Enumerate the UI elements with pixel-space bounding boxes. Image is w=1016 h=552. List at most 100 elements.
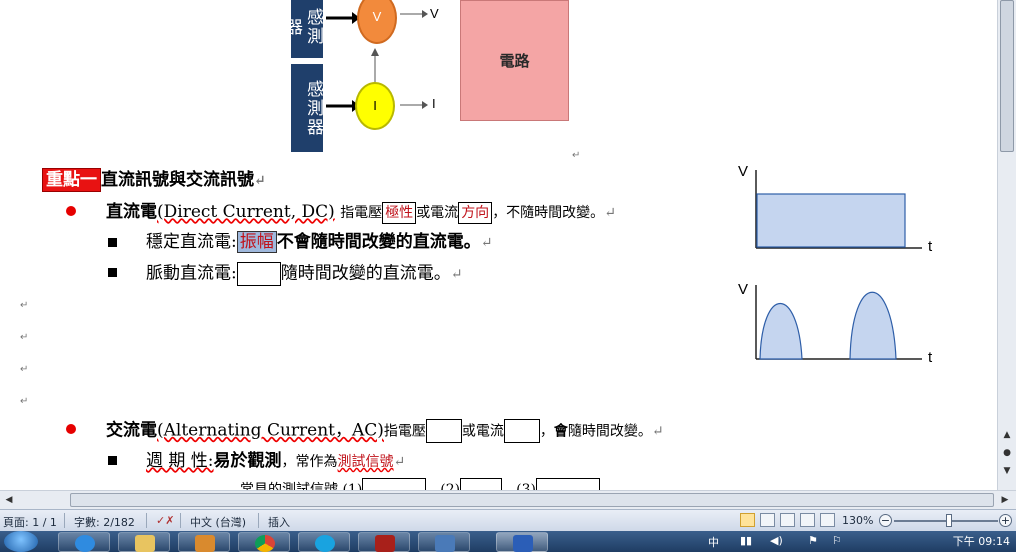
sensor-label: 感測器 (282, 8, 323, 46)
paragraph-mark: ↵ (20, 300, 29, 311)
outline-view-icon[interactable] (800, 513, 815, 527)
zoom-out-button[interactable]: − (879, 514, 892, 527)
word-count[interactable]: 字數: 2/182 (74, 514, 135, 530)
ac-item-test-signals[interactable]: 常見的測試信號 (1) 、(2) 、(3) (240, 478, 600, 490)
zoom-in-button[interactable]: + (999, 514, 1012, 527)
scroll-left-icon[interactable]: ◀ (2, 493, 16, 507)
selected-text-amplitude[interactable]: 振幅 (236, 231, 277, 253)
scroll-right-icon[interactable]: ▶ (998, 493, 1012, 507)
previous-page-icon[interactable]: ● (1000, 446, 1014, 460)
network-icon[interactable]: ▮▮ (740, 534, 752, 547)
section-heading[interactable]: 重點一 直流訊號與交流訊號↵ (42, 168, 266, 192)
dc-item-pulsating-text: 隨時間改變的直流電。 (280, 263, 451, 284)
voltage-meter-label: V (372, 9, 382, 24)
chrome-icon (255, 535, 275, 552)
dc-text-pre: 指電壓 (340, 205, 383, 221)
flag-icon[interactable]: ⚐ (832, 534, 842, 547)
zoom-out-icon: − (880, 514, 891, 527)
flash-icon (375, 535, 395, 552)
current-output-label: I (432, 96, 436, 111)
taskbar-skype[interactable] (298, 532, 350, 552)
ac-text-pre: 指電壓 (383, 423, 426, 440)
word-icon (513, 535, 533, 552)
taskbar-app[interactable] (418, 532, 470, 552)
bullet-square (108, 456, 117, 465)
ac-test-signals-sep2: 、(3) (502, 482, 536, 490)
vertical-scroll-thumb[interactable] (1000, 0, 1014, 152)
circuit-label: 電路 (499, 52, 530, 70)
bullet-dot (66, 424, 76, 434)
dc-item-steady-text: 不會隨時間改變的直流電。 (276, 232, 481, 252)
full-screen-reading-icon[interactable] (760, 513, 775, 527)
blank-box (503, 419, 540, 443)
ac-test-signals-sep1: 、(2) (426, 482, 461, 490)
ac-comma: ， (539, 423, 554, 440)
taskbar-ie[interactable] (58, 532, 110, 552)
dc-item-pulsating[interactable]: 脈動直流電: 隨時間改變的直流電。↵ (146, 262, 462, 286)
taskbar: 中 ▮▮ ◀) ⚑ ⚐ 下午 09:14 (0, 531, 1016, 552)
document-page[interactable]: 感測器 感測器 V V I I 電路 ↵ 重點一 直流訊號與交流訊號↵ 直流電(… (0, 0, 997, 490)
horizontal-scroll-thumb[interactable] (70, 493, 994, 507)
clock[interactable]: 下午 09:14 (953, 533, 1010, 549)
dc-item-steady-label: 穩定直流電: (146, 232, 237, 252)
print-layout-view-icon[interactable] (740, 513, 755, 527)
dc-english: (Direct Current, DC) (157, 202, 335, 222)
graph1-axis-t: t (928, 238, 933, 255)
taskbar-media[interactable] (178, 532, 230, 552)
volume-icon[interactable]: ◀) (770, 534, 783, 547)
bullet-square (108, 238, 117, 247)
insert-mode[interactable]: 插入 (268, 514, 290, 530)
current-meter: I (355, 82, 395, 130)
dc-text-mid: 或電流 (416, 205, 459, 221)
dc-definition[interactable]: 直流電(Direct Current, DC) 指電壓 極性 或電流 方向 ，不隨時間改… (106, 201, 616, 224)
proofing-icon[interactable]: ✓✗ (156, 514, 174, 527)
ac-bold-word: 會 (553, 423, 568, 440)
status-separator (180, 513, 181, 528)
scroll-up-icon[interactable]: ▲ (1000, 428, 1014, 442)
dc-direction-box: 方向 (458, 202, 493, 224)
dc-term: 直流電 (106, 202, 157, 222)
ac-item-periodic[interactable]: 週 期 性:易於觀測，常作為測試信號↵ (146, 450, 405, 473)
tray-icons[interactable]: ⚑ (808, 534, 818, 547)
taskbar-chrome[interactable] (238, 532, 290, 552)
ac-definition[interactable]: 交流電(Alternating Current，AC)指電壓 或電流 ，會隨時間改變… (106, 419, 664, 443)
ac-test-signals-text: 常見的測試信號 (1) (240, 482, 363, 490)
taskbar-word[interactable] (496, 532, 548, 552)
dc-item-steady[interactable]: 穩定直流電: 振幅 不會隨時間改變的直流電。↵ (146, 231, 492, 254)
section-title: 直流訊號與交流訊號 (101, 170, 254, 190)
paragraph-mark: ↵ (20, 364, 29, 375)
ac-item-periodic-bold: 易於觀測 (213, 451, 282, 471)
draft-view-icon[interactable] (820, 513, 835, 527)
paragraph-mark: ↵ (20, 332, 29, 343)
taskbar-explorer[interactable] (118, 532, 170, 552)
zoom-slider-thumb[interactable] (946, 514, 952, 527)
ac-text-post: 隨時間改變。 (567, 423, 652, 440)
ie-icon (75, 535, 95, 552)
page-count[interactable]: 頁面: 1 / 1 (3, 514, 57, 530)
language-indicator[interactable]: 中文 (台灣) (190, 514, 246, 530)
circuit-block: 電路 (460, 0, 569, 121)
next-page-icon[interactable]: ▼ (1000, 464, 1014, 478)
start-button-icon[interactable] (4, 531, 38, 552)
horizontal-scrollbar[interactable]: ◀ ▶ (0, 490, 1016, 509)
paragraph-mark: ↵ (20, 396, 29, 407)
vertical-scrollbar[interactable]: ▲ ● ▼ (997, 0, 1016, 490)
graph1-axis-v: V (738, 163, 749, 180)
status-bar: 頁面: 1 / 1 字數: 2/182 ✓✗ 中文 (台灣) 插入 130% −… (0, 509, 1016, 531)
blank-box (535, 478, 600, 490)
zoom-level[interactable]: 130% (842, 514, 873, 527)
taskbar-flash[interactable] (358, 532, 410, 552)
ac-english: (Alternating Current，AC) (157, 420, 384, 441)
sensor-block-voltage: 感測器 (282, 0, 323, 58)
graph2-axis-t: t (928, 349, 933, 366)
blank-box (460, 478, 503, 490)
bullet-dot (66, 206, 76, 216)
web-layout-icon[interactable] (780, 513, 795, 527)
current-meter-label: I (373, 98, 377, 113)
waveform-graphs (755, 170, 922, 360)
clock-ampm: 下午 (952, 535, 975, 548)
ac-item-periodic-red: 測試信號 (337, 454, 394, 470)
ime-indicator[interactable]: 中 (708, 534, 719, 550)
media-player-icon (195, 535, 215, 552)
bullet-square (108, 268, 117, 277)
